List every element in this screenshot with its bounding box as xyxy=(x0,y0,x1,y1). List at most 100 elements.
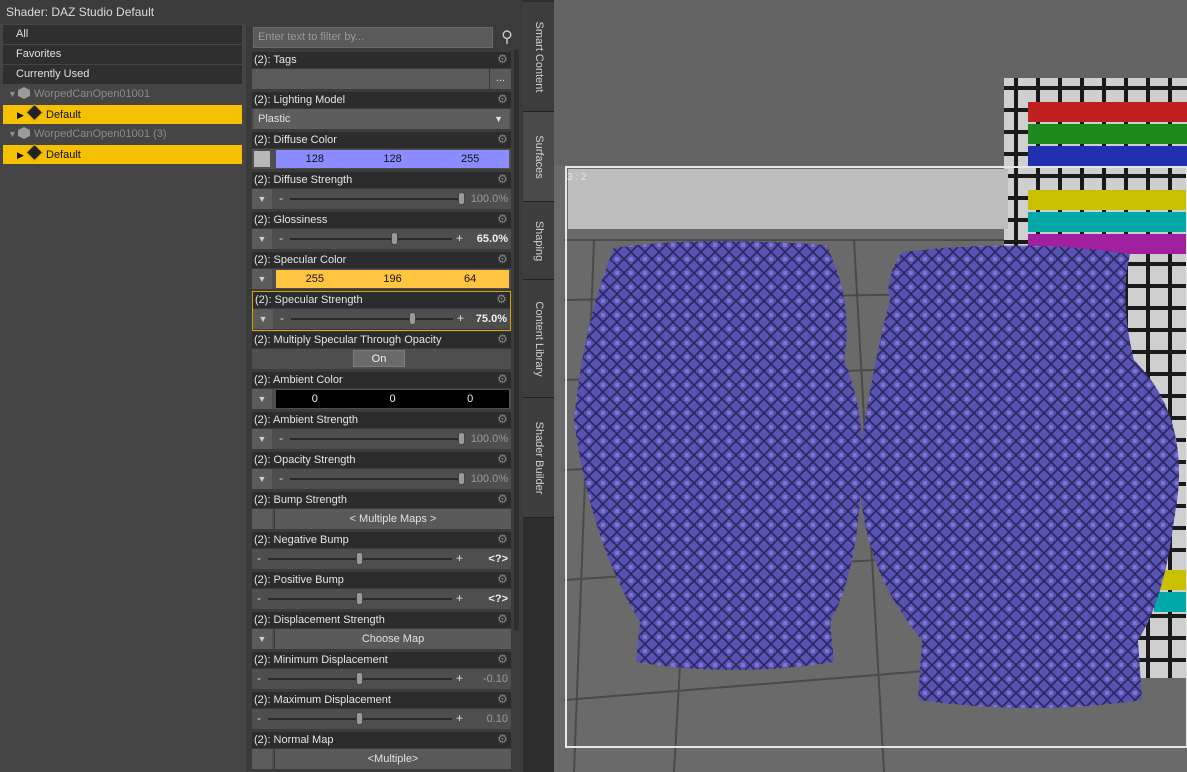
map-menu-button[interactable]: ▼ xyxy=(253,309,273,329)
gear-icon[interactable]: ⚙ xyxy=(496,613,509,626)
slider-value[interactable]: 100.0% xyxy=(471,429,508,449)
decrement-icon[interactable]: - xyxy=(280,309,284,327)
decrement-icon[interactable]: - xyxy=(279,189,283,207)
decrement-icon[interactable]: - xyxy=(257,709,261,727)
expand-arrow-icon[interactable]: ▶ xyxy=(17,106,27,125)
slider-value[interactable]: 75.0% xyxy=(476,309,507,329)
gear-icon[interactable]: ⚙ xyxy=(496,373,509,386)
gear-icon[interactable]: ⚙ xyxy=(496,573,509,586)
gear-icon[interactable]: ⚙ xyxy=(496,93,509,106)
gear-icon[interactable]: ⚙ xyxy=(496,133,509,146)
slider-track[interactable] xyxy=(290,478,462,480)
collapse-arrow-icon[interactable]: ▼ xyxy=(8,125,18,144)
map-menu-button[interactable]: ▼ xyxy=(252,469,272,489)
map-menu-button[interactable] xyxy=(252,509,272,529)
tags-browse-button[interactable]: ... xyxy=(489,69,511,89)
slider-value[interactable]: <?> xyxy=(488,549,508,569)
choose-map-button[interactable]: Choose Map xyxy=(274,629,511,649)
slider-knob[interactable] xyxy=(458,432,465,445)
slider-value[interactable]: -0.10 xyxy=(483,669,508,689)
slider-track[interactable] xyxy=(290,198,462,200)
increment-icon[interactable]: + xyxy=(457,309,464,328)
normal-map-button[interactable]: <Multiple> xyxy=(274,749,511,769)
decrement-icon[interactable]: - xyxy=(279,229,283,247)
ambient-color-field[interactable]: 0 0 0 xyxy=(276,390,509,408)
slider-knob[interactable] xyxy=(356,552,363,565)
gear-icon[interactable]: ⚙ xyxy=(496,173,509,186)
diffuse-color-field[interactable]: 128 128 255 xyxy=(276,150,509,168)
decrement-icon[interactable]: - xyxy=(257,669,261,687)
tab-shaping[interactable]: Shaping xyxy=(523,202,554,280)
slider-knob[interactable] xyxy=(356,672,363,685)
tree-object-2[interactable]: ▼ WorpedCanOpen01001 (3) xyxy=(3,125,242,144)
texture-map-slot[interactable] xyxy=(254,151,270,167)
decrement-icon[interactable]: - xyxy=(279,469,283,487)
slider-value[interactable]: 0.10 xyxy=(487,709,508,729)
tab-content-library[interactable]: Content Library xyxy=(523,280,554,398)
gear-icon[interactable]: ⚙ xyxy=(496,493,509,506)
map-menu-button[interactable]: ▼ xyxy=(252,389,272,409)
tags-field[interactable] xyxy=(252,69,489,89)
lighting-model-select[interactable]: Plastic ▼ xyxy=(254,109,509,129)
filter-input[interactable]: Enter text to filter by... xyxy=(253,27,493,48)
slider-knob[interactable] xyxy=(356,712,363,725)
decrement-icon[interactable]: - xyxy=(257,589,261,607)
map-menu-button[interactable]: ▼ xyxy=(252,189,272,209)
gear-icon[interactable]: ⚙ xyxy=(496,333,509,346)
map-menu-button[interactable]: ▼ xyxy=(252,269,272,289)
tree-surface-default-1[interactable]: ▶ Default xyxy=(3,104,242,125)
slider-track[interactable] xyxy=(290,238,452,240)
slider-value[interactable]: 65.0% xyxy=(477,229,508,249)
tab-surfaces[interactable]: Surfaces xyxy=(523,112,554,202)
gear-icon[interactable]: ⚙ xyxy=(496,453,509,466)
slider-knob[interactable] xyxy=(356,592,363,605)
gear-icon[interactable]: ⚙ xyxy=(496,53,509,66)
map-menu-button[interactable] xyxy=(252,749,272,769)
expand-arrow-icon[interactable]: ▶ xyxy=(17,146,27,165)
gear-icon[interactable]: ⚙ xyxy=(496,653,509,666)
increment-icon[interactable]: + xyxy=(456,229,463,248)
on-toggle-button[interactable]: On xyxy=(353,350,405,367)
increment-icon[interactable]: + xyxy=(456,549,463,568)
3d-viewport[interactable]: 3 : 2 xyxy=(554,0,1187,772)
slider-knob[interactable] xyxy=(458,192,465,205)
increment-icon[interactable]: + xyxy=(456,709,463,728)
decrement-icon[interactable]: - xyxy=(279,429,283,447)
color-g: 196 xyxy=(383,273,402,285)
slider-track[interactable] xyxy=(290,438,462,440)
slider-value[interactable]: <?> xyxy=(488,589,508,609)
gear-icon[interactable]: ⚙ xyxy=(496,413,509,426)
collapse-arrow-icon[interactable]: ▼ xyxy=(8,85,18,104)
gear-icon[interactable]: ⚙ xyxy=(496,733,509,746)
category-all[interactable]: All xyxy=(3,25,242,44)
map-menu-button[interactable]: ▼ xyxy=(252,229,272,249)
slider-knob[interactable] xyxy=(458,472,465,485)
gear-icon[interactable]: ⚙ xyxy=(495,293,508,306)
search-icon[interactable]: ⚲ xyxy=(497,27,517,48)
slider-value[interactable]: 100.0% xyxy=(471,469,508,489)
slider-track[interactable] xyxy=(291,318,453,320)
gear-icon[interactable]: ⚙ xyxy=(496,693,509,706)
slider-knob[interactable] xyxy=(391,232,399,245)
prop-title: (2): Bump Strength xyxy=(252,492,511,508)
increment-icon[interactable]: + xyxy=(456,669,463,688)
gear-icon[interactable]: ⚙ xyxy=(496,533,509,546)
gear-icon[interactable]: ⚙ xyxy=(496,213,509,226)
tab-shader-builder[interactable]: Shader Builder xyxy=(523,398,554,518)
map-menu-button[interactable]: ▼ xyxy=(252,429,272,449)
properties-scrollbar[interactable] xyxy=(514,50,519,630)
tree-surface-default-2[interactable]: ▶ Default xyxy=(3,144,242,165)
decrement-icon[interactable]: - xyxy=(257,549,261,567)
bump-map-button[interactable]: < Multiple Maps > xyxy=(274,509,511,529)
category-favorites[interactable]: Favorites xyxy=(3,45,242,64)
tree-object-1[interactable]: ▼ WorpedCanOpen01001 xyxy=(3,85,242,104)
specular-color-field[interactable]: 255 196 64 xyxy=(276,270,509,288)
gear-icon[interactable]: ⚙ xyxy=(496,253,509,266)
map-menu-button[interactable]: ▼ xyxy=(252,629,272,649)
increment-icon[interactable]: + xyxy=(456,589,463,608)
tab-smart-content[interactable]: Smart Content xyxy=(523,2,554,112)
slider-value[interactable]: 100.0% xyxy=(471,189,508,209)
category-currently-used[interactable]: Currently Used xyxy=(3,65,242,84)
color-r: 255 xyxy=(305,273,325,285)
slider-knob[interactable] xyxy=(408,312,416,325)
